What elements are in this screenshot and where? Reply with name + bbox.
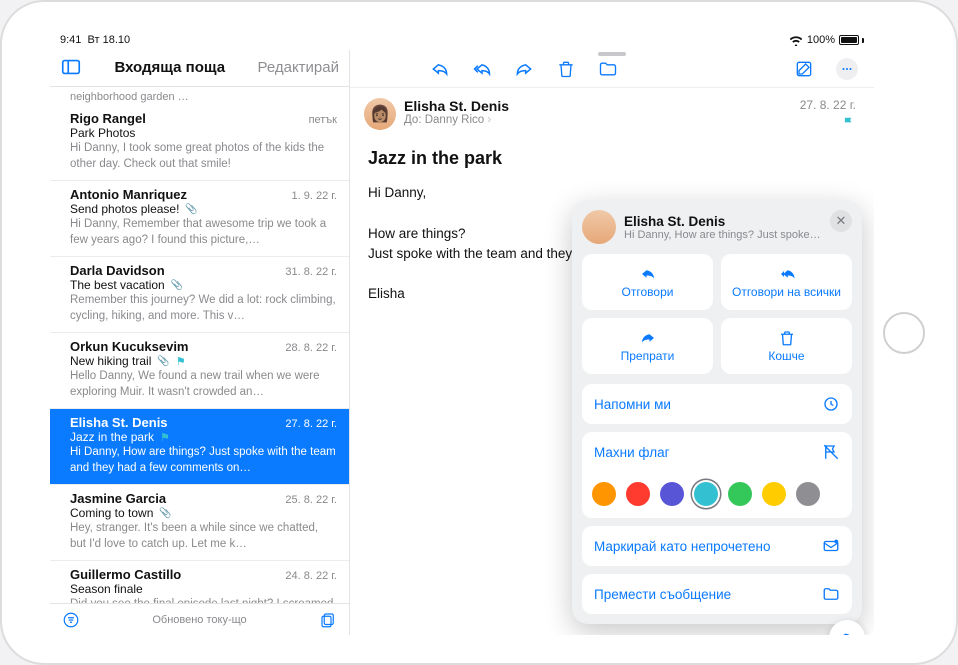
message-row[interactable]: Elisha St. Denis27. 8. 22 г.Jazz in the … <box>50 409 349 485</box>
flag-color-dot[interactable] <box>592 482 616 506</box>
attachment-icon: 📎 <box>185 204 197 215</box>
clock-icon <box>822 395 840 413</box>
message-row[interactable]: Orkun Kucuksevim28. 8. 22 г.New hiking t… <box>50 333 349 409</box>
attachment-icon: 📎 <box>157 356 169 367</box>
mailbox-title: Входяща поща <box>82 59 258 76</box>
flag-icon <box>842 116 856 130</box>
remind-me-row[interactable]: Напомни ми <box>582 384 852 424</box>
status-time: 9:41 Вт 18.10 <box>60 34 130 46</box>
status-right: 100% <box>789 34 864 46</box>
more-icon[interactable] <box>836 58 858 80</box>
compose-icon[interactable] <box>794 59 814 79</box>
forward-button[interactable]: Препрати <box>582 318 713 374</box>
trash-button[interactable]: Кошче <box>721 318 852 374</box>
trash-icon[interactable] <box>556 59 576 79</box>
reply-icon[interactable] <box>430 59 450 79</box>
mailbox-list-pane: Входяща поща Редактирай neighborhood gar… <box>50 50 350 635</box>
sender-name[interactable]: Elisha St. Denis <box>404 98 509 114</box>
flag-color-dot[interactable] <box>694 482 718 506</box>
message-list[interactable]: neighborhood garden …Rigo RangelпетъкPar… <box>50 87 349 603</box>
edit-button[interactable]: Редактирай <box>258 59 340 76</box>
message-row[interactable]: Rigo RangelпетъкPark PhotosHi Danny, I t… <box>50 105 349 181</box>
sender-avatar[interactable]: 👩🏽 <box>364 98 396 130</box>
popover-sender: Elisha St. Denis <box>624 214 821 229</box>
flag-off-icon <box>822 443 840 461</box>
actions-popover: Elisha St. Denis Hi Danny, How are thing… <box>572 200 862 624</box>
stack-icon[interactable] <box>319 611 337 629</box>
message-row[interactable]: Jasmine Garcia25. 8. 22 г.Coming to town… <box>50 485 349 561</box>
message-row[interactable]: Antonio Manriquez1. 9. 22 г.Send photos … <box>50 181 349 257</box>
home-button[interactable] <box>883 312 925 354</box>
list-footer: Обновено току-що <box>50 603 349 635</box>
reply-button[interactable]: Отговори <box>582 254 713 310</box>
battery-percent: 100% <box>807 34 835 46</box>
flag-icon: ⚑ <box>160 431 170 444</box>
flag-colors-row[interactable] <box>582 472 852 518</box>
move-message-row[interactable]: Премести съобщение <box>582 574 852 614</box>
remove-flag-row[interactable]: Махни флаг <box>582 432 852 472</box>
mark-unread-row[interactable]: Маркирай като непрочетено <box>582 526 852 566</box>
attachment-icon: 📎 <box>171 280 183 291</box>
flag-color-dot[interactable] <box>626 482 650 506</box>
battery-icon <box>839 35 864 45</box>
message-subject: Jazz in the park <box>350 130 874 175</box>
status-bar: 9:41 Вт 18.10 100% <box>50 30 874 50</box>
quick-reply-chip[interactable] <box>829 620 865 635</box>
attachment-icon: 📎 <box>159 508 171 519</box>
drag-handle[interactable] <box>598 52 626 56</box>
message-date: 27. 8. 22 г. <box>800 98 856 112</box>
message-row[interactable]: Guillermo Castillo24. 8. 22 г.Season fin… <box>50 561 349 603</box>
envelope-icon <box>822 537 840 555</box>
updated-label: Обновено току-що <box>152 614 246 626</box>
flag-color-dot[interactable] <box>762 482 786 506</box>
flag-color-dot[interactable] <box>728 482 752 506</box>
flag-icon: ⚑ <box>176 355 186 368</box>
popover-preview: Hi Danny, How are things? Just spoke… <box>624 229 821 241</box>
popover-avatar <box>582 210 616 244</box>
flag-color-dot[interactable] <box>660 482 684 506</box>
folder-move-icon <box>822 585 840 603</box>
close-icon[interactable]: ✕ <box>830 210 852 232</box>
filter-icon[interactable] <box>62 611 80 629</box>
recipient-line[interactable]: До: Danny Rico › <box>404 114 509 126</box>
truncated-message: neighborhood garden … <box>50 87 349 105</box>
list-header: Входяща поща Редактирай <box>50 50 349 87</box>
ipad-frame: 9:41 Вт 18.10 100% Входяща поща Редактир… <box>0 0 958 665</box>
forward-icon[interactable] <box>514 59 534 79</box>
detail-header: 👩🏽 Elisha St. Denis До: Danny Rico › 27.… <box>350 88 874 130</box>
popover-header: Elisha St. Denis Hi Danny, How are thing… <box>582 210 852 244</box>
message-detail-pane: 👩🏽 Elisha St. Denis До: Danny Rico › 27.… <box>350 50 874 635</box>
folder-icon[interactable] <box>598 59 618 79</box>
flag-color-dot[interactable] <box>796 482 820 506</box>
sidebar-toggle-icon[interactable] <box>60 56 82 78</box>
screen: 9:41 Вт 18.10 100% Входяща поща Редактир… <box>50 30 874 635</box>
wifi-icon <box>789 35 803 46</box>
reply-all-button[interactable]: Отговори на всички <box>721 254 852 310</box>
reply-all-icon[interactable] <box>472 59 492 79</box>
message-row[interactable]: Darla Davidson31. 8. 22 г.The best vacat… <box>50 257 349 333</box>
